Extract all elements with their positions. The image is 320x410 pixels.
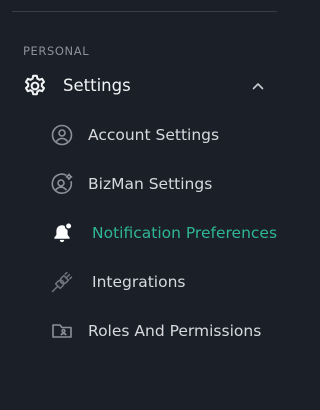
chevron-up-icon[interactable]	[250, 79, 266, 93]
settings-group-toggle[interactable]: Settings	[0, 68, 300, 104]
section-label-personal: PERSONAL	[23, 44, 90, 58]
sidebar-item-label: Notification Preferences	[92, 224, 278, 242]
sidebar-item-integrations[interactable]: Integrations	[0, 261, 300, 301]
sidebar-item-label: Integrations	[92, 273, 186, 291]
sidebar-item-account-settings[interactable]: Account Settings	[0, 114, 300, 154]
sidebar-item-notification-preferences[interactable]: Notification Preferences	[0, 212, 300, 252]
divider	[12, 11, 277, 12]
sidebar-item-label: Roles And Permissions	[88, 322, 262, 340]
user-circle-icon	[50, 123, 74, 147]
gear-icon	[22, 73, 48, 99]
folder-user-icon	[50, 319, 74, 343]
sidebar-item-label: BizMan Settings	[88, 175, 213, 193]
settings-group-label: Settings	[63, 76, 131, 95]
user-gear-icon	[50, 172, 74, 196]
bell-icon	[50, 221, 74, 245]
sidebar-item-label: Account Settings	[88, 126, 220, 144]
sidebar-item-bizman-settings[interactable]: BizMan Settings	[0, 163, 300, 203]
settings-sidebar: PERSONAL Settings Account Settings BizMa…	[0, 0, 300, 410]
sidebar-item-roles-and-permissions[interactable]: Roles And Permissions	[0, 310, 300, 350]
plug-icon	[50, 270, 74, 294]
